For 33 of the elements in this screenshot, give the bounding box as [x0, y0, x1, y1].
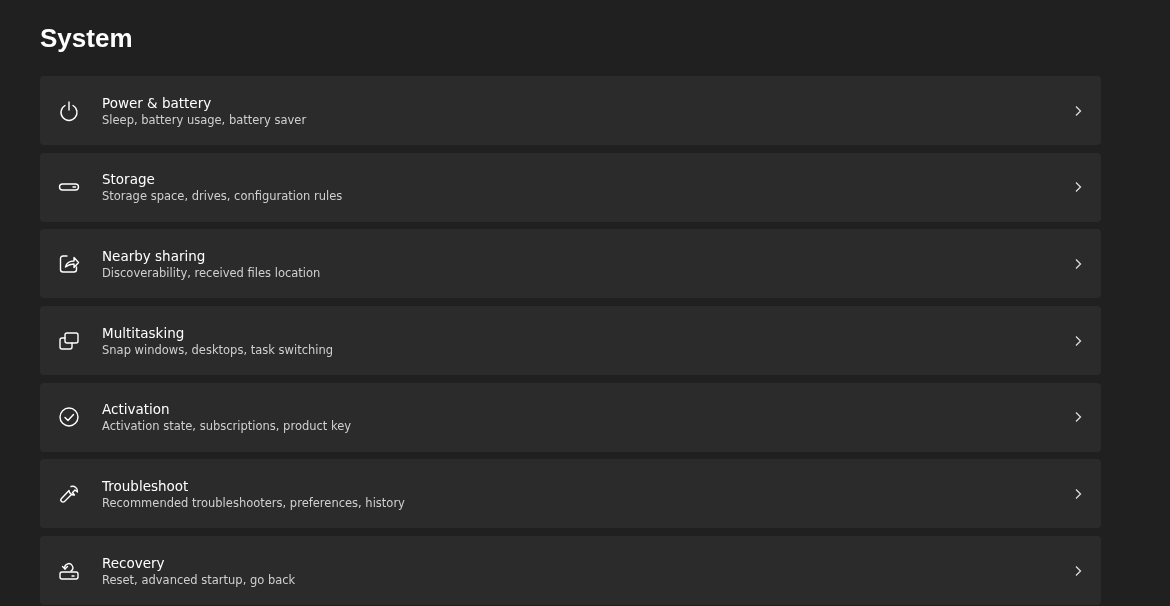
- chevron-icon: [1073, 104, 1083, 117]
- checkmark-circle-icon: [58, 406, 80, 429]
- settings-item[interactable]: Power & battery Sleep, battery usage, battery saver: [40, 76, 1101, 145]
- settings-item[interactable]: Recovery Reset, advanced startup, go back: [40, 536, 1101, 606]
- settings-item[interactable]: Activation Activation state, subscriptions, product key: [40, 382, 1101, 452]
- item-title: Activation: [102, 400, 171, 419]
- item-title: Troubleshoot: [102, 476, 190, 495]
- item-title: Nearby sharing: [102, 246, 207, 265]
- settings-item[interactable]: Troubleshoot Recommended troubleshooters, preferences, history: [40, 459, 1101, 529]
- settings-item[interactable]: Storage Storage space, drives, configuration rules: [40, 152, 1101, 222]
- chevron-icon: [1073, 257, 1083, 270]
- chevron-icon: [1073, 411, 1083, 424]
- item-description: Storage space, drives, configuration rules: [102, 188, 344, 205]
- chevron-icon: [1073, 564, 1083, 577]
- item-description: Snap windows, desktops, task switching: [102, 341, 335, 358]
- chevron-icon: [1073, 181, 1083, 194]
- item-description: Reset, advanced startup, go back: [102, 571, 297, 588]
- item-title: Multitasking: [102, 323, 186, 342]
- windows-icon: [58, 329, 80, 352]
- item-title: Recovery: [102, 553, 166, 572]
- share-icon: [58, 252, 80, 275]
- settings-item[interactable]: Multitasking Snap windows, desktops, task switching: [40, 306, 1101, 376]
- item-description: Recommended troubleshooters, preferences, history: [102, 494, 406, 511]
- item-title: Storage: [102, 170, 156, 189]
- chevron-icon: [1073, 487, 1083, 500]
- item-description: Activation state, subscriptions, product key: [102, 418, 353, 435]
- item-title: Power & battery: [102, 93, 213, 112]
- page-title: System: [40, 22, 134, 55]
- item-description: Discoverability, received files location: [102, 264, 322, 281]
- power-icon: [58, 99, 80, 122]
- item-description: Sleep, battery usage, battery saver: [102, 111, 308, 128]
- settings-item[interactable]: Nearby sharing Discoverability, received files location: [40, 229, 1101, 299]
- chevron-icon: [1073, 334, 1083, 347]
